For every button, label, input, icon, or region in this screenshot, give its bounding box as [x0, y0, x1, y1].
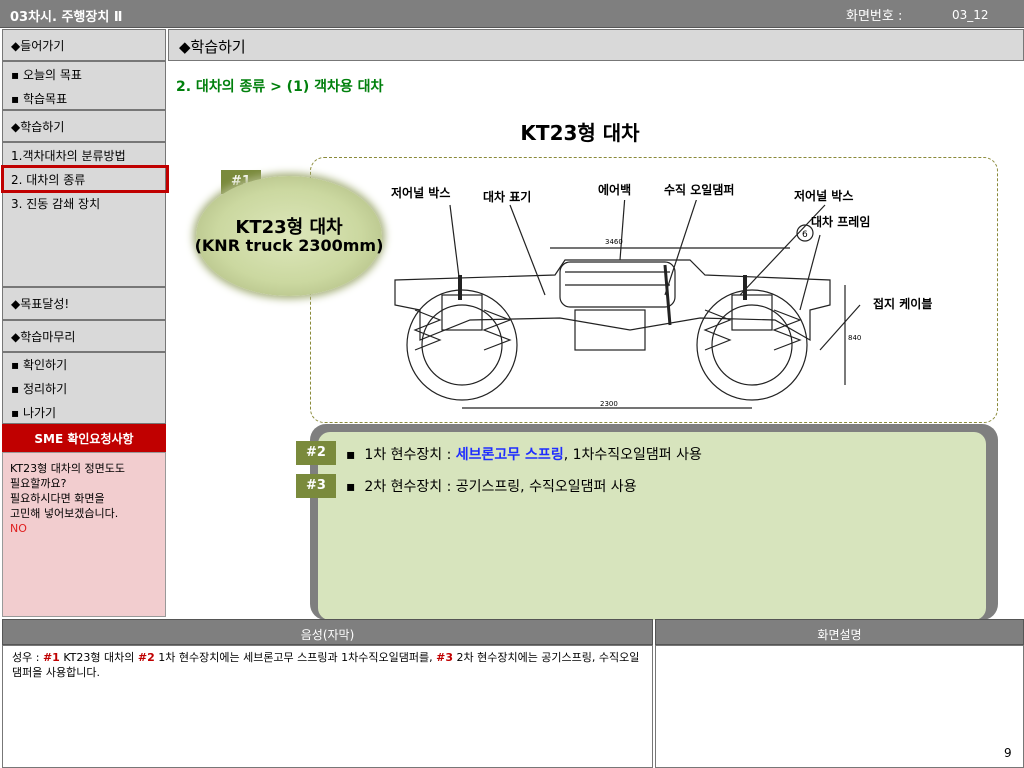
chevron-spring-left-outer: [413, 309, 442, 351]
line1-prefix: 1차 현수장치 :: [364, 447, 456, 463]
dim-top-text: 3460: [605, 238, 623, 246]
bullet-line-2: ▪ 2차 현수장치 : 공기스프링, 수직오일댐퍼 사용: [346, 476, 637, 496]
vertical-damper: [663, 264, 672, 326]
sidebar-item-types: 2. 대차의 종류: [11, 173, 86, 187]
narr-tag-1: #1: [42, 651, 60, 664]
page-title: KT23형 대차: [520, 121, 640, 145]
sme-request-body: KT23형 대차의 정면도도 필요할까요? 필요하시다면 화면을 고민해 넣어보…: [2, 452, 166, 617]
sme-line: 고민해 넣어보겠습니다.: [10, 507, 119, 520]
leader-line: [449, 204, 461, 286]
journal-box-right: [731, 294, 773, 331]
bullet-dot: ▪: [346, 447, 356, 463]
screen-number: 03_12: [952, 8, 989, 22]
sme-line: 필요하시다면 화면을: [10, 492, 105, 505]
leader-line: [799, 234, 821, 311]
label-air-bag: 에어백: [598, 183, 632, 197]
wheel-right: [696, 289, 808, 401]
label-ground-cable: 접지 케이블: [873, 297, 933, 311]
sidebar-item-types-active[interactable]: 2. 대차의 종류: [1, 165, 169, 193]
label-bogie-frame: 대차 프레임: [811, 215, 871, 229]
description-header: 화면설명: [655, 619, 1024, 645]
narr-text-1: KT23형 대차의: [59, 651, 138, 664]
line1-highlight: 세브론고무 스프링: [455, 447, 564, 463]
leader-line: [509, 204, 546, 296]
sme-request-title: SME 확인요청사항: [2, 424, 166, 452]
dim-side-text: 840: [848, 334, 861, 342]
lesson-title: 03차시. 주행장치 Ⅱ: [10, 10, 123, 25]
wheel-left: [406, 289, 518, 401]
narration-header: 음성(자막): [2, 619, 653, 645]
chevron-spring-right-inner: [703, 309, 732, 351]
sidebar-item-summary[interactable]: ▪ 정리하기: [11, 380, 67, 397]
bullet-dot: ▪: [346, 479, 356, 495]
screen-number-label: 화면번호 :: [846, 9, 903, 24]
sme-answer: NO: [10, 522, 27, 535]
dim-bottom-text: 2300: [600, 400, 618, 408]
sidebar-item-check[interactable]: ▪ 확인하기: [11, 356, 67, 373]
main-header: ◆학습하기: [168, 29, 1024, 61]
badge-2: #2: [296, 441, 336, 465]
sidebar-wrap-header[interactable]: ◆학습마무리: [2, 320, 166, 352]
leader-line: [619, 200, 626, 261]
section-title: 2. 대차의 종류 > (1) 객차용 대차: [176, 79, 384, 95]
label-journal-box-left: 저어널 박스: [391, 186, 451, 200]
sidebar-item-exit[interactable]: ▪ 나가기: [11, 404, 56, 421]
sidebar-goal-label: ◆목표달성!: [11, 297, 70, 311]
narr-prefix: 성우 :: [12, 651, 43, 664]
sidebar-item-learning-goal[interactable]: ▪ 학습목표: [11, 90, 67, 107]
narration-body: 성우 : #1 KT23형 대차의 #2 1차 현수장치에는 세브론고무 스프링…: [2, 645, 653, 768]
sidebar-goal-header[interactable]: ◆목표달성!: [2, 287, 166, 320]
center-pivot: [574, 309, 646, 351]
narr-text-2: 1차 현수장치에는 세브론고무 스프링과 1차수직오일댐퍼를,: [154, 651, 437, 664]
main-header-label: ◆학습하기: [179, 38, 246, 56]
sidebar-item-today-goal[interactable]: ▪ 오늘의 목표: [11, 66, 82, 83]
leader-line: [819, 304, 861, 351]
sme-line: KT23형 대차의 정면도도: [10, 462, 126, 475]
label-journal-box-right: 저어널 박스: [794, 189, 854, 203]
chevron-spring-left-inner: [482, 309, 512, 351]
badge-3: #3: [296, 474, 336, 498]
top-bar: 03차시. 주행장치 Ⅱ 화면번호 : 03_12: [0, 0, 1024, 28]
narr-tag-3: #3: [436, 651, 453, 664]
bullet-line-1: ▪ 1차 현수장치 : 세브론고무 스프링, 1차수직오일댐퍼 사용: [346, 444, 702, 464]
callout-number: 6: [802, 230, 808, 240]
bogie-drawing: 3460 2300 840 6: [394, 200, 861, 409]
sidebar-intro-header[interactable]: ◆들어가기: [2, 29, 166, 61]
sidebar-item-vibration[interactable]: 3. 진동 감쇄 장치: [11, 195, 100, 212]
sidebar-intro-label: ◆들어가기: [11, 39, 65, 53]
page-number: 9: [1004, 746, 1012, 760]
narr-tag-2: #2: [137, 651, 155, 664]
sme-line: 필요할까요?: [10, 477, 67, 490]
description-body: [655, 645, 1024, 768]
ellipse-subtitle: (KNR truck 2300mm): [194, 236, 384, 255]
sidebar-item-classification[interactable]: 1.객차대차의 분류방법: [11, 147, 126, 164]
label-bogie-mark: 대차 표기: [483, 190, 532, 204]
sidebar-learn-list: 1.객차대차의 분류방법 2. 대차의 종류 3. 진동 감쇄 장치: [1, 142, 169, 287]
sidebar-intro-list: ▪ 오늘의 목표 ▪ 학습목표: [2, 61, 166, 110]
label-vertical-damper: 수직 오일댐퍼: [664, 183, 735, 197]
sidebar-wrap-list: ▪ 확인하기 ▪ 정리하기 ▪ 나가기: [2, 352, 166, 424]
sidebar-wrap-label: ◆학습마무리: [11, 330, 76, 344]
line1-suffix: , 1차수직오일댐퍼 사용: [563, 447, 702, 463]
line2-text: 2차 현수장치 : 공기스프링, 수직오일댐퍼 사용: [364, 479, 637, 495]
chevron-spring-right-outer: [772, 309, 802, 351]
journal-box-left: [441, 294, 483, 331]
